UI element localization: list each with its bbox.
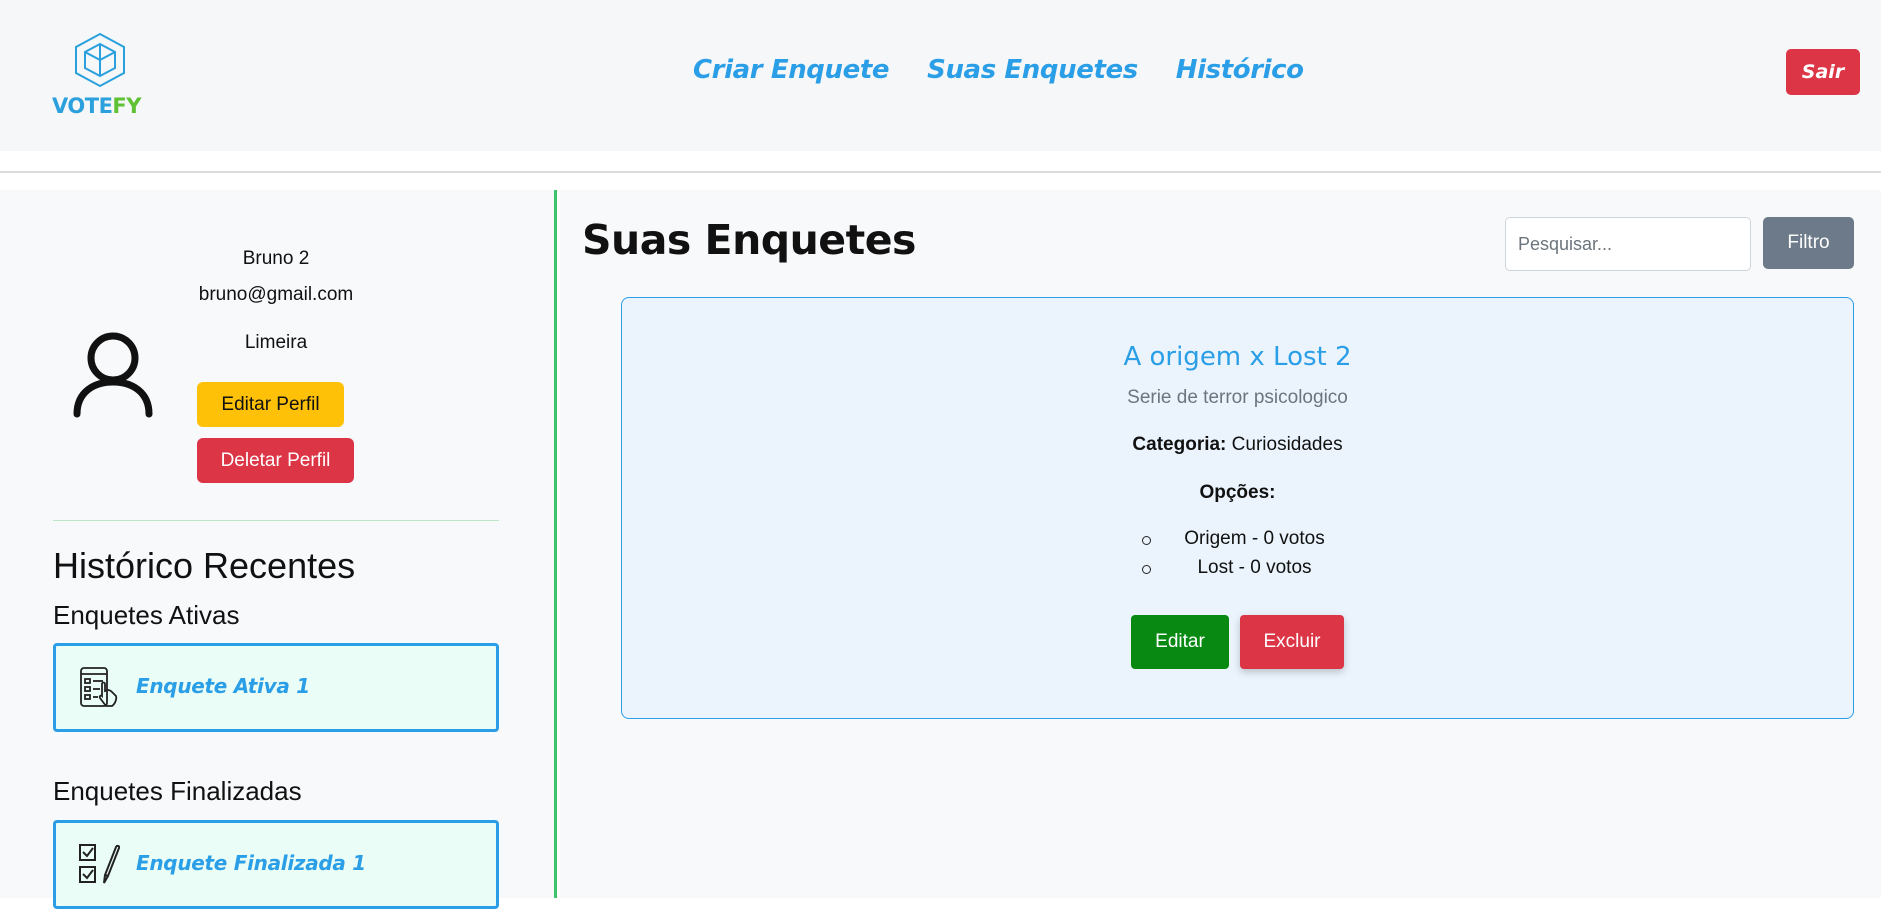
votefy-logo[interactable]: VOTEFY: [50, 32, 150, 122]
profile-sidebar: Bruno 2 bruno@gmail.com Limeira Editar P…: [0, 190, 557, 909]
filter-button[interactable]: Filtro: [1763, 217, 1854, 269]
poll-options-label: Opções:: [1199, 482, 1276, 503]
poll-options-list: Origem - 0 votos Lost - 0 votos: [622, 528, 1853, 586]
user-email: bruno@gmail.com: [198, 284, 354, 305]
top-header: VOTEFY Criar Enquete Suas Enquetes Histó…: [0, 0, 1881, 151]
search-input[interactable]: [1505, 217, 1751, 271]
logout-button[interactable]: Sair: [1786, 49, 1860, 95]
poll-option: Lost - 0 votos: [622, 557, 1853, 586]
bullet-circle-icon: [1142, 565, 1151, 574]
sidebar-divider: [53, 520, 499, 521]
poll-option-text: Origem - 0 votos: [1184, 528, 1325, 549]
polls-main: Suas Enquetes Filtro A origem x Lost 2 S…: [560, 190, 1881, 898]
active-poll-card[interactable]: Enquete Ativa 1: [53, 643, 499, 732]
poll-option-text: Lost - 0 votos: [1197, 557, 1312, 578]
history-title: Histórico Recentes: [53, 545, 356, 586]
nav-historico[interactable]: Histórico: [1176, 55, 1304, 85]
poll-description: Serie de terror psicologico: [1127, 387, 1348, 408]
finished-polls-title: Enquetes Finalizadas: [53, 776, 302, 806]
cube-logo-icon: [75, 32, 125, 88]
active-polls-title: Enquetes Ativas: [53, 600, 240, 630]
checklist-pencil-icon: [79, 844, 120, 884]
poll-option: Origem - 0 votos: [622, 528, 1853, 557]
poll-category-value: Curiosidades: [1231, 434, 1343, 455]
nav-suas-enquetes[interactable]: Suas Enquetes: [927, 55, 1138, 85]
page-title: Suas Enquetes: [582, 216, 916, 264]
user-avatar-icon: [73, 332, 153, 418]
edit-poll-button[interactable]: Editar: [1131, 615, 1229, 669]
poll-category-label: Categoria:: [1132, 434, 1227, 455]
checklist-tablet-icon: [80, 667, 118, 707]
finished-poll-card[interactable]: Enquete Finalizada 1: [53, 820, 499, 909]
delete-profile-button[interactable]: Deletar Perfil: [197, 438, 354, 483]
finished-poll-label: Enquete Finalizada 1: [136, 851, 366, 875]
logo-wordmark: VOTEFY: [52, 94, 141, 118]
header-divider: [0, 171, 1881, 173]
user-name: Bruno 2: [242, 248, 310, 269]
active-poll-label: Enquete Ativa 1: [136, 674, 310, 698]
bullet-circle-icon: [1142, 536, 1151, 545]
nav-criar-enquete[interactable]: Criar Enquete: [693, 55, 890, 85]
user-city: Limeira: [244, 332, 308, 353]
delete-poll-button[interactable]: Excluir: [1240, 615, 1344, 669]
poll-category: Categoria: Curiosidades: [622, 434, 1853, 456]
poll-title: A origem x Lost 2: [1123, 342, 1352, 372]
poll-card: A origem x Lost 2 Serie de terror psicol…: [621, 297, 1854, 719]
edit-profile-button[interactable]: Editar Perfil: [197, 382, 344, 427]
main-nav: Criar Enquete Suas Enquetes Histórico: [693, 55, 1304, 85]
